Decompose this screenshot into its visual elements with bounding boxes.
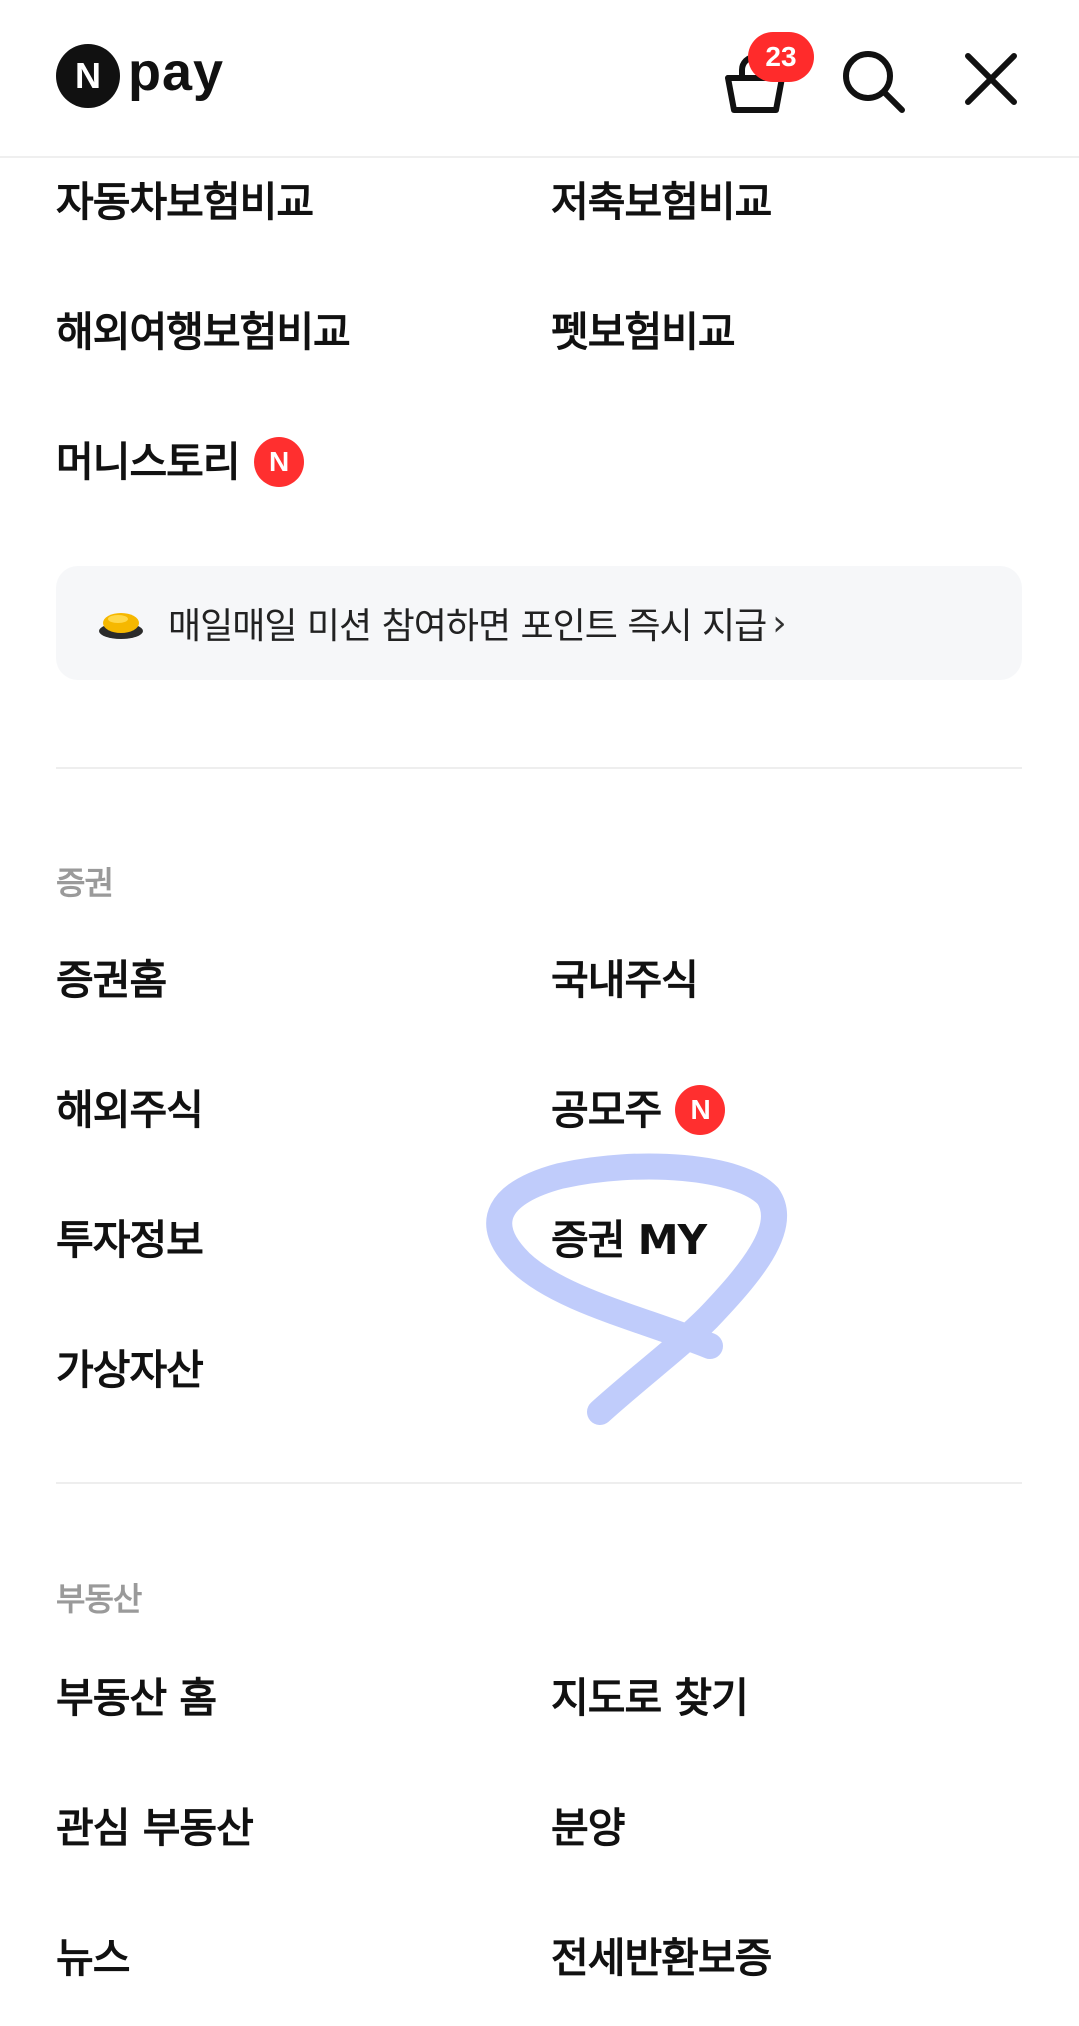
menu-item-label: 증권 MY — [551, 1216, 707, 1264]
menu-item-travel-insurance[interactable]: 해외여행보험비교 — [56, 302, 351, 362]
menu-item-label: 머니스토리 — [56, 438, 241, 486]
menu-item-investment-info[interactable]: 투자정보 — [56, 1210, 204, 1270]
section-title-securities: 증권 — [56, 864, 114, 902]
menu-item-label: 투자정보 — [56, 1216, 204, 1264]
menu-item-label: 부동산 홈 — [56, 1674, 217, 1722]
menu-item-virtual-assets[interactable]: 가상자산 — [56, 1340, 204, 1400]
menu-item-label: 지도로 찾기 — [551, 1674, 749, 1722]
menu-item-label: 해외주식 — [56, 1086, 204, 1134]
coin-icon — [99, 613, 143, 639]
menu-item-label: 해외여행보험비교 — [56, 308, 351, 356]
menu-item-overseas-stocks[interactable]: 해외주식 — [56, 1080, 204, 1140]
menu-item-domestic-stocks[interactable]: 국내주식 — [551, 950, 699, 1010]
menu-item-map-search[interactable]: 지도로 찾기 — [551, 1668, 749, 1728]
menu-item-ipo[interactable]: 공모주 N — [551, 1080, 726, 1140]
banner-text: 매일매일 미션 참여하면 포인트 즉시 지급 — [168, 606, 767, 647]
section-divider — [56, 767, 1022, 769]
logo-mark: N — [56, 44, 120, 108]
mission-banner[interactable]: 매일매일 미션 참여하면 포인트 즉시 지급 › — [56, 566, 1022, 680]
cart-count-badge: 23 — [748, 32, 814, 82]
menu-item-securities-home[interactable]: 증권홈 — [56, 950, 167, 1010]
menu-item-label: 자동차보험비교 — [56, 178, 314, 226]
section-title-realestate: 부동산 — [56, 1580, 142, 1618]
menu-item-label: 분양 — [551, 1804, 625, 1852]
section-divider — [56, 1482, 1022, 1484]
menu-item-label: 전세반환보증 — [551, 1934, 772, 1982]
menu-item-money-story[interactable]: 머니스토리 N — [56, 432, 304, 492]
menu-item-jeonse-guarantee[interactable]: 전세반환보증 — [551, 1928, 772, 1988]
menu-item-news[interactable]: 뉴스 — [56, 1928, 130, 1988]
menu-item-label: 관심 부동산 — [56, 1804, 254, 1852]
menu-item-label: 공모주 — [551, 1086, 662, 1134]
menu-item-pet-insurance[interactable]: 펫보험비교 — [551, 302, 736, 362]
chevron-right-icon: › — [772, 602, 787, 644]
menu-item-label: 가상자산 — [56, 1346, 204, 1394]
menu-item-label: 국내주식 — [551, 956, 699, 1004]
menu-item-favorite-realestate[interactable]: 관심 부동산 — [56, 1798, 254, 1858]
top-header: N pay 23 — [0, 0, 1079, 158]
new-badge: N — [675, 1085, 726, 1135]
menu-item-label: 뉴스 — [56, 1934, 130, 1982]
menu-item-label: 증권홈 — [56, 956, 167, 1004]
close-icon[interactable] — [962, 50, 1020, 108]
new-badge: N — [253, 437, 304, 487]
menu-item-car-insurance[interactable]: 자동차보험비교 — [56, 172, 314, 232]
menu-item-label: 저축보험비교 — [551, 178, 772, 226]
menu-item-securities-my[interactable]: 증권 MY — [551, 1210, 707, 1270]
menu-item-realestate-home[interactable]: 부동산 홈 — [56, 1668, 217, 1728]
logo-text: pay — [128, 42, 225, 102]
search-icon[interactable] — [840, 48, 906, 114]
menu-item-label: 펫보험비교 — [551, 308, 736, 356]
menu-item-presale[interactable]: 분양 — [551, 1798, 625, 1858]
npay-logo[interactable]: N pay — [56, 42, 224, 108]
menu-item-savings-insurance[interactable]: 저축보험비교 — [551, 172, 772, 232]
